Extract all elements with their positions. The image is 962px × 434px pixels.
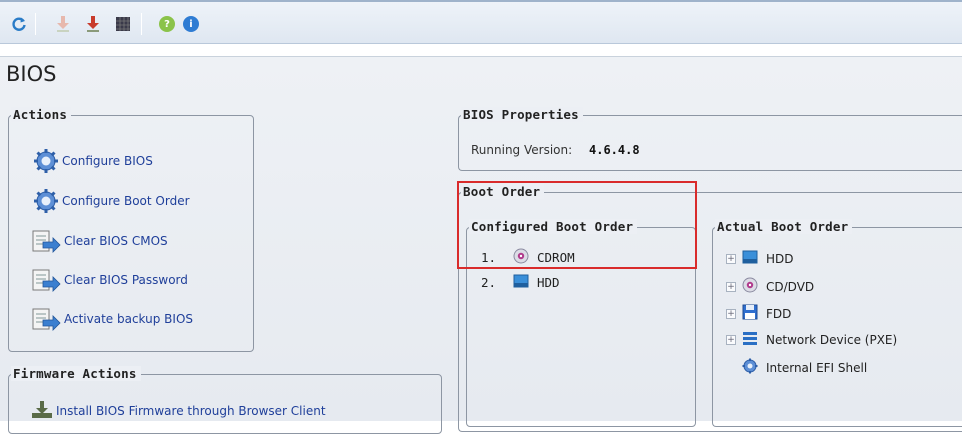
download-icon[interactable] xyxy=(84,15,102,33)
expand-icon[interactable]: + xyxy=(726,308,736,319)
gear-icon xyxy=(33,148,59,174)
clear-bios-password-link[interactable]: Clear BIOS Password xyxy=(31,267,188,293)
running-version-label: Running Version: xyxy=(471,143,573,157)
document-arrow-icon xyxy=(31,228,61,254)
actual-boot-item[interactable]: + CD/DVD xyxy=(726,277,814,296)
actual-boot-order-legend: Actual Boot Order xyxy=(715,219,853,234)
running-version-value: 4.6.4.8 xyxy=(589,143,640,157)
configure-boot-order-label: Configure Boot Order xyxy=(62,194,190,208)
download-disabled-icon[interactable] xyxy=(54,15,72,33)
configure-bios-label: Configure BIOS xyxy=(62,154,153,168)
floppy-icon xyxy=(742,304,758,323)
document-arrow-icon xyxy=(31,267,61,293)
boot-item-label: HDD xyxy=(537,275,560,290)
configure-boot-order-link[interactable]: Configure Boot Order xyxy=(33,188,190,214)
hdd-icon xyxy=(742,250,758,267)
firmware-actions-group: Firmware Actions Install BIOS Firmware t… xyxy=(8,366,442,434)
expand-icon[interactable]: + xyxy=(726,253,736,264)
actual-boot-item[interactable]: + FDD xyxy=(726,304,791,323)
toolbar: ? i xyxy=(0,0,962,44)
help-icon[interactable]: ? xyxy=(158,15,176,33)
hdd-icon xyxy=(513,274,529,291)
info-icon[interactable]: i xyxy=(182,15,200,33)
install-bios-firmware-label: Install BIOS Firmware through Browser Cl… xyxy=(56,403,326,418)
actions-legend: Actions xyxy=(11,107,72,122)
bios-properties-group: BIOS Properties Running Version: 4.6.4.8 xyxy=(458,107,962,171)
expand-icon[interactable]: + xyxy=(726,281,736,292)
network-icon xyxy=(742,331,758,348)
expand-icon[interactable]: + xyxy=(726,334,736,345)
configure-bios-link[interactable]: Configure BIOS xyxy=(33,148,153,174)
document-arrow-icon xyxy=(31,306,61,332)
clear-bios-password-label: Clear BIOS Password xyxy=(64,273,188,287)
actual-boot-item-label: Network Device (PXE) xyxy=(766,332,898,347)
activate-backup-bios-link[interactable]: Activate backup BIOS xyxy=(31,306,193,332)
boot-item-index: 2. xyxy=(481,275,497,290)
page-title: BIOS xyxy=(6,62,57,86)
clear-bios-cmos-label: Clear BIOS CMOS xyxy=(64,234,168,248)
toolbar-separator xyxy=(141,13,142,35)
highlight-box xyxy=(457,181,697,269)
gear-icon xyxy=(33,188,59,214)
bios-properties-legend: BIOS Properties xyxy=(461,107,583,122)
actual-boot-item[interactable]: + HDD xyxy=(726,250,794,267)
refresh-icon[interactable] xyxy=(10,15,28,33)
actual-boot-item-label: FDD xyxy=(766,306,792,321)
efi-gear-icon xyxy=(742,358,758,377)
install-bios-firmware-link[interactable]: Install BIOS Firmware through Browser Cl… xyxy=(31,399,326,422)
toolbar-separator xyxy=(35,13,36,35)
grid-icon[interactable] xyxy=(114,15,132,33)
install-icon xyxy=(31,399,53,422)
configured-boot-item[interactable]: 2. HDD xyxy=(481,274,560,291)
actual-boot-item[interactable]: + Network Device (PXE) xyxy=(726,331,897,348)
actions-group: Actions Configure BIOS Configure Boot Or… xyxy=(8,107,254,352)
actual-boot-item-label: CD/DVD xyxy=(766,279,815,294)
activate-backup-bios-label: Activate backup BIOS xyxy=(64,312,194,326)
actual-boot-item[interactable]: Internal EFI Shell xyxy=(742,358,867,377)
cdrom-icon xyxy=(742,277,758,296)
firmware-actions-legend: Firmware Actions xyxy=(11,366,141,381)
clear-bios-cmos-link[interactable]: Clear BIOS CMOS xyxy=(31,228,168,254)
actual-boot-item-label: Internal EFI Shell xyxy=(766,360,868,375)
actual-boot-item-label: HDD xyxy=(766,251,794,266)
